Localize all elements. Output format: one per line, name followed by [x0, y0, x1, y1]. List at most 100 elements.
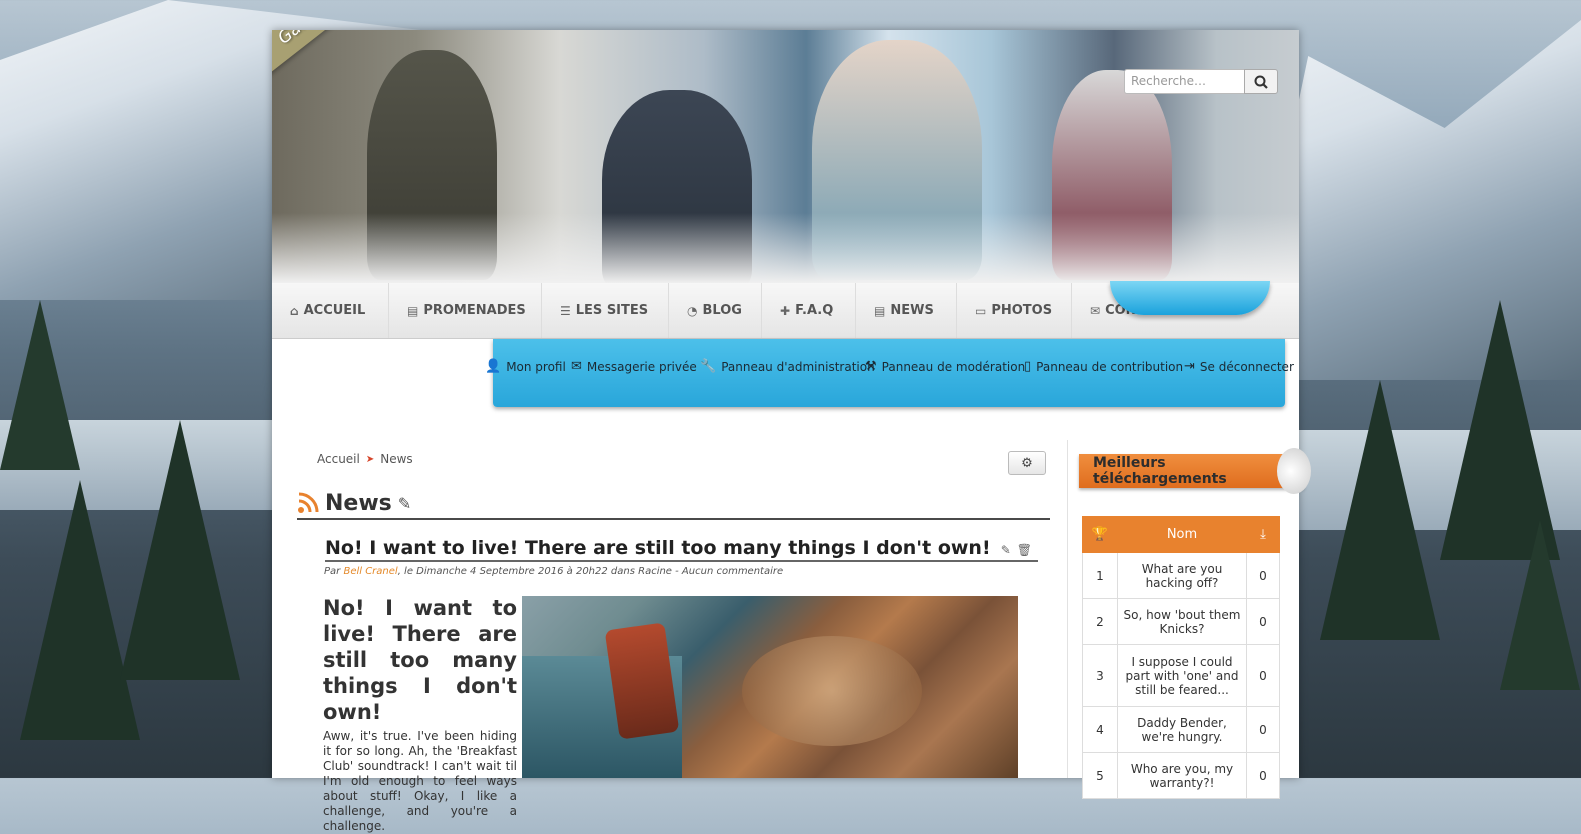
- nav-label: F.A.Q: [795, 303, 834, 318]
- row-rank: 2: [1082, 598, 1118, 645]
- settings-button[interactable]: ⚙: [1008, 451, 1046, 475]
- table-row: 3 I suppose I could part with 'one' and …: [1082, 644, 1280, 707]
- tree: [0, 300, 80, 470]
- nav-item-news[interactable]: ▤ NEWS: [856, 283, 957, 338]
- row-rank: 3: [1082, 644, 1118, 707]
- list-icon: ☰: [560, 303, 571, 318]
- meta-suffix: , le Dimanche 4 Septembre 2016 à 20h22 d…: [397, 566, 784, 577]
- page-title: News ✎: [297, 488, 1050, 520]
- table-row: 2 So, how 'bout them Knicks? 0: [1082, 598, 1280, 645]
- sign-out-icon: ⇥: [1184, 359, 1195, 374]
- column-divider: [1067, 440, 1068, 778]
- search-icon: [1254, 75, 1268, 89]
- toolbar-item-messages[interactable]: ✉ Messagerie privée: [571, 359, 697, 374]
- tree: [1320, 380, 1440, 640]
- image-island: [742, 636, 922, 746]
- table-row: 1 What are you hacking off? 0: [1082, 552, 1280, 599]
- toolbar-label: Mon profil: [506, 359, 566, 374]
- article-image: [522, 596, 1018, 778]
- row-name-link[interactable]: Who are you, my warranty?!: [1117, 752, 1247, 799]
- medkit-icon: ✚: [780, 303, 791, 318]
- nav-item-les-sites[interactable]: ☰ LES SITES: [542, 283, 669, 338]
- user-icon: 👤: [485, 359, 502, 374]
- download-icon: ⤓: [1246, 516, 1280, 553]
- table-header-row: 🏆 Nom ⤓: [1082, 516, 1280, 553]
- search-button[interactable]: [1244, 69, 1278, 94]
- row-count: 0: [1246, 644, 1280, 707]
- article-meta: Par Bell Cranel, le Dimanche 4 Septembre…: [324, 566, 783, 577]
- row-name-link[interactable]: Daddy Bender, we're hungry.: [1117, 706, 1247, 753]
- sidebar-title-text: Meilleurs téléchargements: [1093, 455, 1227, 487]
- monitor-icon: ▭: [975, 303, 987, 318]
- nav-label: ACCUEIL: [303, 303, 366, 318]
- gear-icon: ⚙: [1021, 455, 1033, 471]
- article-actions: ✎ 🗑: [1001, 543, 1032, 557]
- nav-decoration: [1110, 281, 1270, 315]
- banner-shade: [272, 213, 1299, 283]
- rss-icon: ◔: [687, 303, 698, 318]
- newspaper-icon: ▤: [874, 303, 886, 318]
- row-rank: 1: [1082, 552, 1118, 599]
- table-header-name[interactable]: Nom: [1117, 516, 1247, 553]
- row-name-link[interactable]: I suppose I could part with 'one' and st…: [1117, 644, 1247, 707]
- nav-item-blog[interactable]: ◔ BLOG: [669, 283, 762, 338]
- row-name-link[interactable]: What are you hacking off?: [1117, 552, 1247, 599]
- newspaper-icon: ▤: [407, 303, 419, 318]
- table-row: 4 Daddy Bender, we're hungry. 0: [1082, 706, 1280, 753]
- toolbar-label: Panneau d'administration: [721, 359, 875, 374]
- home-icon: ⌂: [290, 303, 299, 318]
- table-row: 5 Who are you, my warranty?! 0: [1082, 752, 1280, 799]
- nav-label: LES SITES: [575, 303, 649, 318]
- row-count: 0: [1246, 598, 1280, 645]
- toolbar-item-moderation[interactable]: ⚒ Panneau de modération: [865, 359, 1025, 374]
- envelope-icon: ✉: [571, 359, 582, 374]
- trophy-icon: 🏆: [1082, 516, 1118, 553]
- toolbar-label: Panneau de modération: [881, 359, 1026, 374]
- rss-icon[interactable]: [297, 492, 319, 514]
- breadcrumb-arrow-icon: ➤: [365, 453, 375, 465]
- row-rank: 4: [1082, 706, 1118, 753]
- article-body: No! I want to live! There are still too …: [323, 595, 517, 834]
- downloads-table: 🏆 Nom ⤓ 1 What are you hacking off? 0 2 …: [1082, 516, 1280, 799]
- row-name-link[interactable]: So, how 'bout them Knicks?: [1117, 598, 1247, 645]
- page-title-text: News: [325, 490, 392, 516]
- nav-label: BLOG: [702, 303, 742, 318]
- toolbar-item-logout[interactable]: ⇥ Se déconnecter: [1184, 359, 1294, 374]
- wrench-icon: 🔧: [700, 359, 717, 374]
- tree: [120, 420, 240, 680]
- gavel-icon: ⚒: [865, 359, 877, 374]
- article-body-text: Aww, it's true. I've been hiding it for …: [323, 729, 517, 833]
- nav-item-faq[interactable]: ✚ F.A.Q: [762, 283, 856, 338]
- nav-label: PHOTOS: [991, 303, 1053, 318]
- article-title[interactable]: No! I want to live! There are still too …: [325, 536, 1038, 560]
- article-header: No! I want to live! There are still too …: [325, 536, 1038, 562]
- file-icon: ▯: [1024, 359, 1032, 374]
- author-link[interactable]: Bell Cranel: [343, 566, 397, 577]
- row-count: 0: [1246, 752, 1280, 799]
- tree: [1500, 520, 1580, 690]
- site-container: Game Team Recherche… ⌂ ACCUEIL ▤ PROMENADE…: [272, 30, 1311, 833]
- edit-icon[interactable]: ✎: [398, 494, 411, 513]
- nav-item-accueil[interactable]: ⌂ ACCUEIL: [272, 283, 389, 338]
- nav-label: PROMENADES: [423, 303, 526, 318]
- meta-prefix: Par: [324, 566, 344, 577]
- row-count: 0: [1246, 552, 1280, 599]
- sidebar-title: Meilleurs téléchargements: [1079, 448, 1311, 494]
- toolbar-item-profile[interactable]: 👤 Mon profil: [485, 359, 566, 374]
- main-content: Accueil ➤ News ⚙ News ✎ No! I want to li…: [272, 440, 1067, 833]
- toolbar-label: Panneau de contribution: [1036, 359, 1184, 374]
- toolbar-item-admin[interactable]: 🔧 Panneau d'administration: [700, 359, 875, 374]
- sidebar-title-decoration: [1277, 448, 1311, 494]
- nav-item-photos[interactable]: ▭ PHOTOS: [957, 283, 1072, 338]
- trash-icon[interactable]: 🗑: [1017, 543, 1032, 557]
- envelope-icon: ✉: [1090, 303, 1101, 318]
- toolbar-label: Messagerie privée: [586, 359, 697, 374]
- article-body-heading: No! I want to live! There are still too …: [323, 596, 517, 724]
- row-rank: 5: [1082, 752, 1118, 799]
- edit-icon[interactable]: ✎: [1001, 543, 1011, 557]
- toolbar-label: Se déconnecter: [1199, 359, 1294, 374]
- toolbar-item-contribution[interactable]: ▯ Panneau de contribution: [1024, 359, 1183, 374]
- breadcrumb-home-link[interactable]: Accueil: [317, 452, 360, 466]
- nav-label: NEWS: [890, 303, 934, 318]
- nav-item-promenades[interactable]: ▤ PROMENADES: [389, 283, 542, 338]
